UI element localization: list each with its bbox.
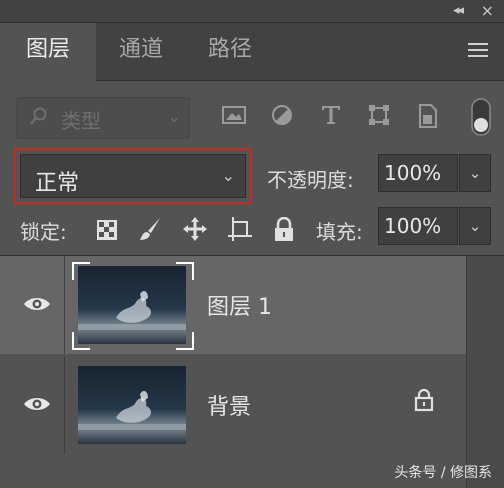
layer-row-1[interactable]: 图层 1	[0, 256, 466, 354]
adjustment-filter-icon[interactable]	[271, 104, 293, 130]
layers-scrollbar[interactable]	[466, 256, 504, 488]
chevron-down-icon: ⌄	[167, 107, 181, 126]
selection-corner-bl	[72, 332, 90, 350]
lock-image-pixels-icon[interactable]	[138, 216, 162, 246]
image-filter-icon[interactable]	[222, 104, 246, 130]
layer-name[interactable]: 图层 1	[207, 289, 272, 321]
selection-corner-tl	[72, 262, 90, 280]
shape-filter-icon[interactable]	[368, 104, 390, 130]
opacity-input[interactable]: 100%	[378, 154, 458, 192]
fill-input[interactable]: 100%	[378, 207, 458, 245]
layer-row-background[interactable]: 背景	[0, 356, 466, 454]
lock-icon	[414, 388, 434, 416]
collapse-panels-icon[interactable]: ◂◂	[453, 3, 464, 18]
blend-mode-value: 正常	[35, 171, 80, 196]
watermark-text: 头条号 / 修图系	[394, 465, 492, 481]
blend-mode-highlight: 正常 ⌄	[14, 148, 252, 204]
visibility-separator	[64, 256, 65, 354]
lock-label: 锁定:	[20, 220, 67, 244]
layer-name[interactable]: 背景	[207, 389, 251, 421]
panel-top-bar: ◂◂ ×	[0, 0, 504, 23]
lock-all-icon[interactable]	[273, 216, 295, 247]
layer-filter-select[interactable]: 类型 ⌄	[16, 97, 190, 139]
fill-label: 填充:	[316, 220, 363, 244]
opacity-label: 不透明度:	[267, 168, 354, 192]
lock-artboard-icon[interactable]	[227, 216, 253, 246]
fill-dropdown-button[interactable]: ⌄	[459, 207, 491, 245]
panel-tabs: 图层 通道 路径	[0, 23, 504, 81]
layer-thumbnail[interactable]	[78, 266, 186, 344]
chevron-down-icon: ⌄	[221, 166, 235, 185]
search-icon	[29, 107, 47, 131]
lock-transparent-pixels-icon[interactable]	[96, 219, 118, 245]
visibility-separator	[64, 356, 65, 454]
blend-mode-select[interactable]: 正常 ⌄	[20, 154, 246, 198]
smart-object-filter-icon[interactable]	[418, 104, 438, 132]
type-filter-icon[interactable]	[320, 103, 342, 129]
tab-channels[interactable]: 通道	[97, 23, 185, 80]
selection-corner-tr	[176, 262, 194, 280]
selection-corner-br	[176, 332, 194, 350]
panel-menu-icon[interactable]	[468, 43, 488, 57]
eye-icon[interactable]	[22, 394, 52, 418]
filter-toggle-icon[interactable]	[470, 98, 492, 140]
lock-position-icon[interactable]	[182, 216, 208, 246]
tab-paths[interactable]: 路径	[186, 23, 274, 80]
layer-thumbnail[interactable]	[78, 366, 186, 444]
opacity-dropdown-button[interactable]: ⌄	[459, 154, 491, 192]
tab-layers[interactable]: 图层	[0, 23, 96, 81]
eye-icon[interactable]	[22, 294, 52, 318]
filter-kind-label: 类型	[61, 109, 101, 133]
close-panel-icon[interactable]: ×	[481, 1, 494, 20]
